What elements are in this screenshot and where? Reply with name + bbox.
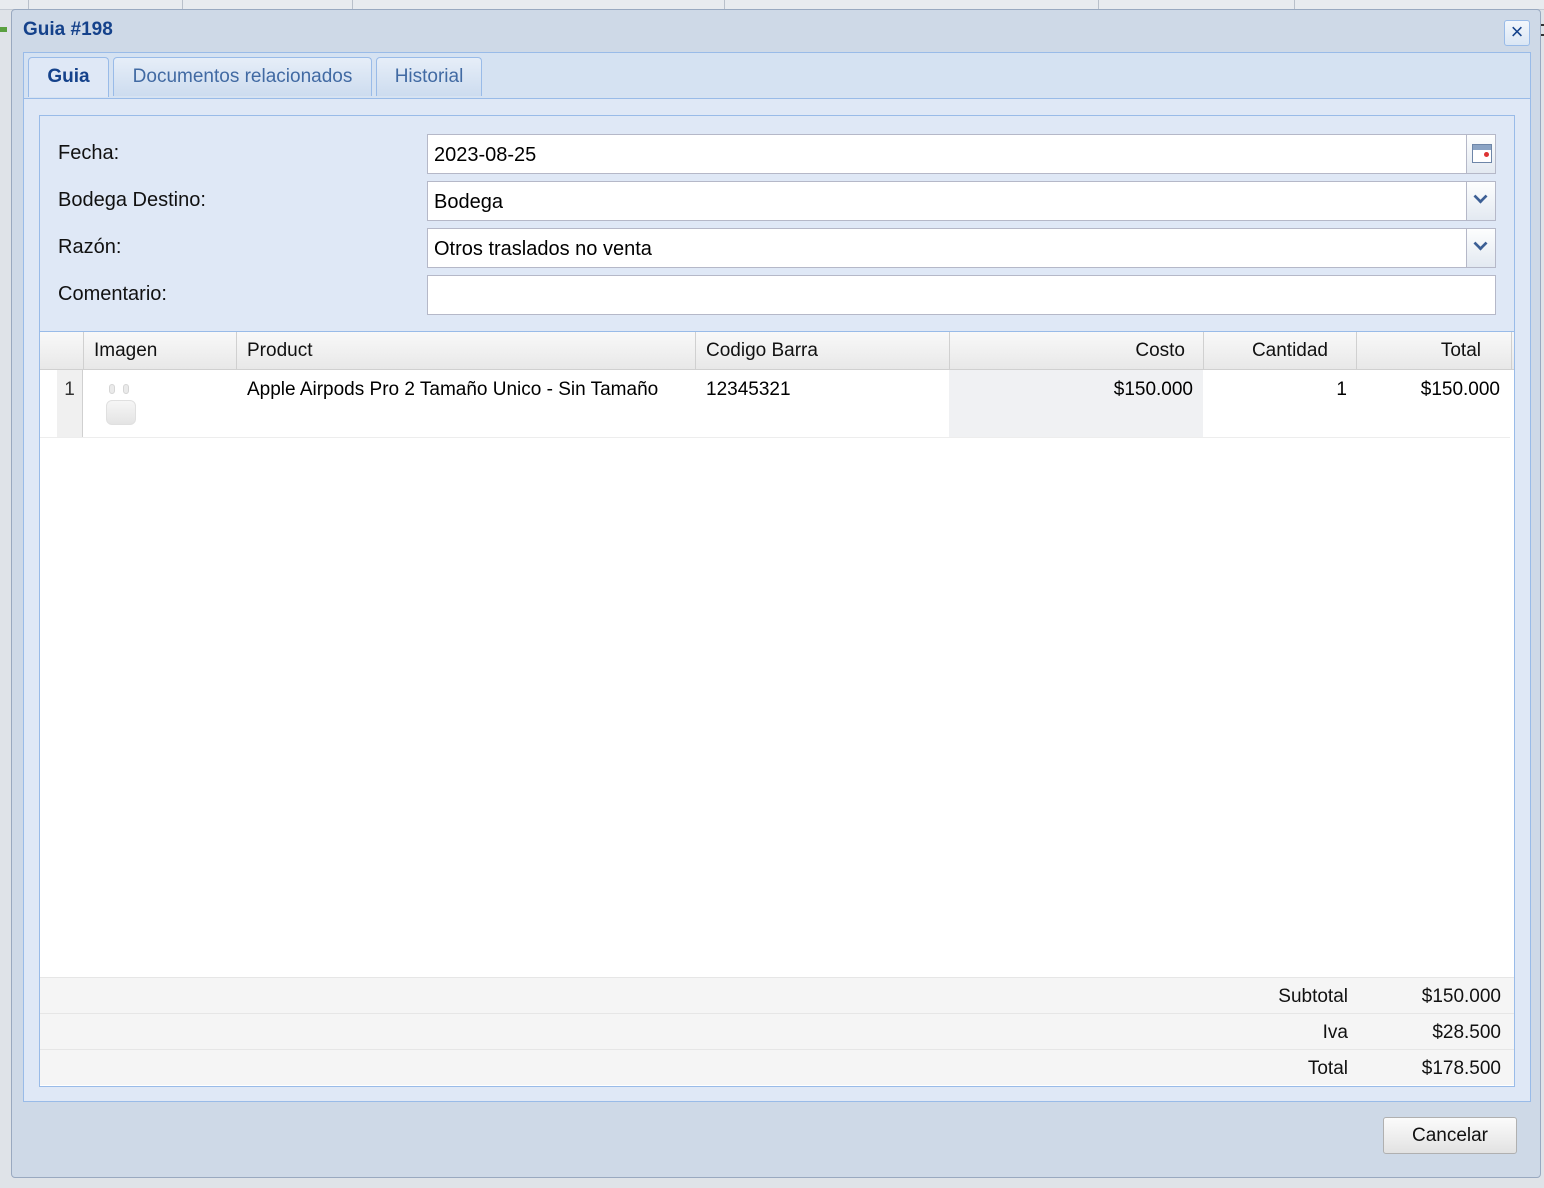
column-header-codigo-barra[interactable]: Codigo Barra [696,332,950,370]
fecha-row: Fecha: 2023-08-25 [40,134,1514,174]
razon-label: Razón: [58,236,122,258]
costo-cell[interactable]: $150.000 [949,370,1203,437]
calendar-icon [1472,144,1492,163]
table-row[interactable]: 1 Apple Airpods Pro 2 Tamaño Unico - Sin… [40,370,1510,438]
bodega-destino-value: Bodega [434,191,503,213]
date-picker-button[interactable] [1466,134,1496,174]
iva-row: Iva $28.500 [40,1013,1514,1049]
fecha-value: 2023-08-25 [434,144,537,166]
fecha-label: Fecha: [58,142,120,164]
row-number: 1 [57,370,83,437]
product-image-cell [84,370,237,437]
tab-strip: Guia Documentos relacionados Historial [24,53,1530,99]
close-icon[interactable]: × [1504,20,1530,46]
product-name-cell: Apple Airpods Pro 2 Tamaño Unico - Sin T… [247,379,659,400]
tab-historial[interactable]: Historial [376,57,482,96]
comentario-input[interactable] [427,275,1496,315]
bodega-row: Bodega Destino: Bodega [40,181,1514,221]
airpods-thumbnail [104,382,136,426]
comentario-label: Comentario: [58,283,167,305]
column-header-total[interactable]: Total [1357,332,1512,370]
subtotal-label: Subtotal [1278,986,1348,1007]
total-label: Total [1307,1058,1348,1079]
chevron-down-icon [1473,189,1488,204]
total-row: Total $178.500 [40,1049,1514,1085]
bodega-dropdown-button[interactable] [1466,181,1496,221]
grid-header: Imagen Product Codigo Barra Costo Cantid… [40,332,1514,370]
column-header-imagen[interactable]: Imagen [84,332,237,370]
barcode-cell: 12345321 [706,379,791,400]
guia-form-panel: Fecha: 2023-08-25 Bodega Destino: Bodega [39,115,1515,1087]
column-header-product[interactable]: Product [237,332,696,370]
background-marker [0,27,7,32]
tab-guia[interactable]: Guia [28,57,109,97]
column-header-rownum [40,332,84,370]
comentario-row: Comentario: [40,275,1514,315]
razon-dropdown-button[interactable] [1466,228,1496,268]
total-value: $178.500 [1421,1058,1501,1079]
subtotal-row: Subtotal $150.000 [40,977,1514,1013]
razon-row: Razón: Otros traslados no venta [40,228,1514,268]
products-grid: Imagen Product Codigo Barra Costo Cantid… [40,331,1514,1086]
bodega-destino-label: Bodega Destino: [58,189,206,211]
column-header-cantidad[interactable]: Cantidad [1204,332,1357,370]
window-title: Guia #198 [23,19,113,40]
total-cell: $150.000 [1420,379,1500,400]
tab-documentos-relacionados[interactable]: Documentos relacionados [113,57,372,96]
bodega-destino-select[interactable]: Bodega [427,181,1496,221]
cantidad-cell[interactable]: 1 [1204,370,1357,437]
fecha-field[interactable]: 2023-08-25 [427,134,1496,174]
razon-select[interactable]: Otros traslados no venta [427,228,1496,268]
cancel-button[interactable]: Cancelar [1383,1117,1517,1154]
guia-window: Guia #198 × Guia Documentos relacionados… [11,9,1541,1178]
subtotal-value: $150.000 [1421,986,1501,1007]
chevron-down-icon [1473,236,1488,251]
column-header-costo[interactable]: Costo [950,332,1204,370]
tab-panel: Guia Documentos relacionados Historial F… [23,52,1531,1102]
iva-label: Iva [1322,1022,1348,1043]
iva-value: $28.500 [1432,1022,1501,1043]
razon-value: Otros traslados no venta [434,238,652,260]
